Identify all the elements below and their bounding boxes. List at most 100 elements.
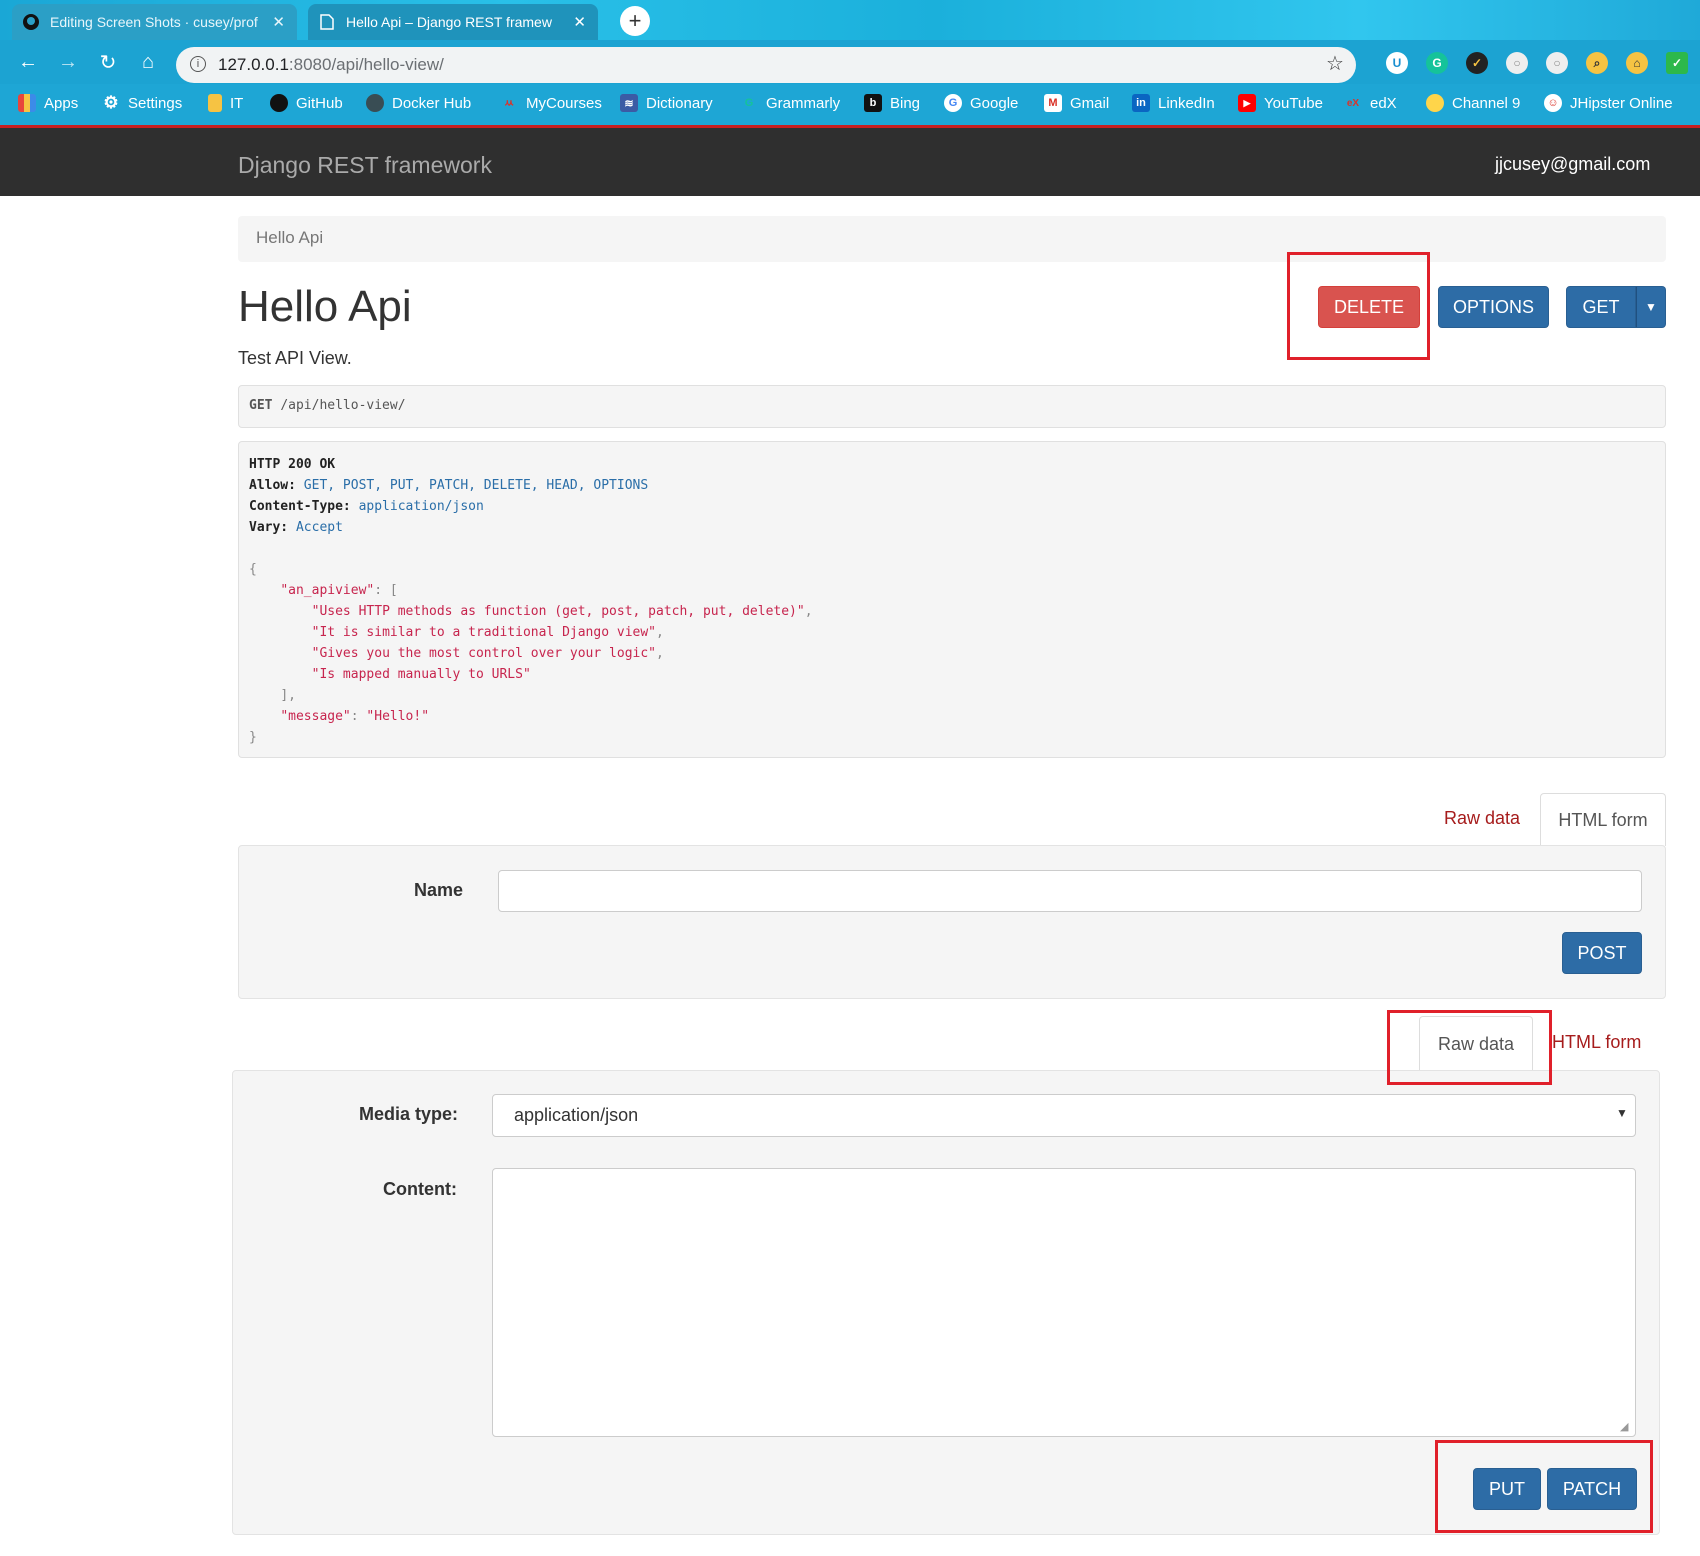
- user-menu[interactable]: jjcusey@gmail.com: [1495, 154, 1650, 175]
- response-body: HTTP 200 OK Allow: GET, POST, PUT, PATCH…: [249, 457, 813, 745]
- json-string: "Is mapped manually to URLS": [311, 667, 531, 682]
- html-form-panel: [238, 845, 1666, 999]
- close-icon[interactable]: ✕: [573, 13, 586, 31]
- bookmark-edx[interactable]: eX edX: [1344, 94, 1397, 112]
- get-button[interactable]: GET: [1566, 286, 1636, 328]
- extension-circle-icon[interactable]: ○: [1546, 52, 1568, 74]
- youtube-icon: ▶: [1238, 94, 1256, 112]
- bookmark-label: Gmail: [1070, 94, 1110, 112]
- bookmark-mycourses[interactable]: ㅆ MyCourses: [500, 94, 602, 112]
- bookmark-grammarly[interactable]: G Grammarly: [740, 94, 840, 112]
- bookmark-docker-hub[interactable]: Docker Hub: [366, 94, 471, 112]
- bookmark-dictionary[interactable]: ≋ Dictionary: [620, 94, 713, 112]
- page-icon: [318, 13, 336, 31]
- close-icon[interactable]: ✕: [272, 13, 285, 31]
- bookmark-github[interactable]: GitHub: [270, 94, 343, 112]
- new-tab-button[interactable]: +: [620, 6, 650, 36]
- github-icon: [270, 94, 288, 112]
- bookmark-youtube[interactable]: ▶ YouTube: [1238, 94, 1323, 112]
- extension-home-icon[interactable]: ⌂: [1626, 52, 1648, 74]
- content-textarea[interactable]: [492, 1168, 1636, 1437]
- bookmark-label: JHipster Online: [1570, 94, 1673, 112]
- request-line: GET /api/hello-view/: [249, 398, 406, 413]
- media-type-value: application/json: [514, 1105, 639, 1125]
- breadcrumb-item: Hello Api: [256, 228, 324, 247]
- bookmark-it[interactable]: IT: [208, 94, 243, 112]
- brand-link[interactable]: Django REST framework: [238, 152, 492, 179]
- bookmark-label: GitHub: [296, 94, 343, 112]
- request-info: [238, 385, 1666, 428]
- extension-check-icon[interactable]: ✓: [1466, 52, 1488, 74]
- bookmark-label: Bing: [890, 94, 921, 112]
- json-string: "Gives you the most control over your lo…: [311, 646, 656, 661]
- back-icon[interactable]: ←: [14, 48, 42, 76]
- caret-down-icon: ▼: [1616, 1106, 1628, 1120]
- grammarly-icon[interactable]: G: [1426, 52, 1448, 74]
- bookmark-label: YouTube: [1264, 94, 1323, 112]
- bookmark-jhipster[interactable]: ☺ JHipster Online: [1544, 94, 1673, 112]
- browser-tab-active[interactable]: Hello Api – Django REST framew ✕: [308, 4, 598, 40]
- apps-icon: [18, 94, 36, 112]
- json-key: "message": [280, 709, 351, 724]
- json-string: "Hello!": [366, 709, 430, 724]
- bookmark-label: Channel 9: [1452, 94, 1521, 112]
- extension-green-icon[interactable]: ✓: [1666, 52, 1688, 74]
- highlight-box: [1435, 1440, 1653, 1533]
- folder-icon: [208, 94, 222, 112]
- bookmark-linkedin[interactable]: in LinkedIn: [1132, 94, 1215, 112]
- header-value: Accept: [295, 520, 343, 535]
- caret-down-icon: ▼: [1645, 300, 1657, 314]
- info-icon[interactable]: i: [190, 56, 206, 72]
- bookmark-label: LinkedIn: [1158, 94, 1215, 112]
- media-type-select[interactable]: [492, 1094, 1636, 1137]
- breadcrumb: [238, 216, 1666, 262]
- forward-icon[interactable]: →: [54, 48, 82, 76]
- tab-title: Hello Api – Django REST framew: [346, 14, 552, 30]
- bookmark-label: MyCourses: [526, 94, 602, 112]
- extension-search-icon[interactable]: ⌕: [1586, 52, 1608, 74]
- resize-handle-icon[interactable]: ◢: [1620, 1420, 1628, 1433]
- bookmark-label: Docker Hub: [392, 94, 472, 112]
- bookmark-apps[interactable]: Apps: [18, 94, 78, 112]
- gmail-icon: M: [1044, 94, 1062, 112]
- json-string: "Uses HTTP methods as function (get, pos…: [311, 604, 805, 619]
- page-description: Test API View.: [238, 348, 352, 368]
- response-status: HTTP 200 OK: [249, 457, 336, 472]
- header-name: Content-Type:: [249, 499, 351, 514]
- bookmark-label: Google: [970, 94, 1019, 112]
- edx-icon: eX: [1346, 97, 1360, 109]
- mycourses-icon: ㅆ: [503, 98, 515, 110]
- post-button[interactable]: POST: [1562, 932, 1642, 974]
- name-label: Name: [414, 880, 464, 900]
- bookmark-star-icon[interactable]: ☆: [1326, 51, 1344, 76]
- highlight-box: [1287, 252, 1430, 360]
- bookmark-gmail[interactable]: M Gmail: [1044, 94, 1109, 112]
- get-format-dropdown[interactable]: ▼: [1636, 286, 1666, 328]
- jhipster-icon: ☺: [1544, 94, 1562, 112]
- header-name: Allow:: [249, 478, 296, 493]
- options-button[interactable]: OPTIONS: [1438, 286, 1549, 328]
- tab-html-form[interactable]: HTML form: [1540, 793, 1666, 846]
- request-path: /api/hello-view/: [280, 398, 406, 413]
- bookmark-label: IT: [230, 94, 244, 112]
- bookmark-bing[interactable]: b Bing: [864, 94, 920, 112]
- tab-html-form[interactable]: HTML form: [1552, 1032, 1641, 1053]
- browser-tab[interactable]: Editing Screen Shots · cusey/prof ✕: [12, 4, 297, 40]
- name-input[interactable]: [498, 870, 1642, 912]
- gear-icon: ⚙: [103, 93, 119, 112]
- url-text: 127.0.0.1:8080/api/hello-view/: [218, 55, 444, 75]
- extension-circle-icon[interactable]: ○: [1506, 52, 1528, 74]
- bookmark-label: edX: [1370, 94, 1397, 112]
- reload-icon[interactable]: ↻: [94, 48, 122, 76]
- home-icon[interactable]: ⌂: [134, 48, 162, 76]
- url-path: :8080/api/hello-view/: [288, 55, 444, 74]
- bookmark-channel9[interactable]: Channel 9: [1426, 94, 1520, 112]
- github-icon: [22, 13, 40, 31]
- tab-raw-data[interactable]: Raw data: [1444, 808, 1520, 829]
- header-value: application/json: [358, 499, 484, 514]
- request-method: GET: [249, 398, 273, 413]
- bookmark-settings[interactable]: ⚙ Settings: [102, 93, 182, 112]
- bookmark-google[interactable]: G Google: [944, 94, 1018, 112]
- extension-u-icon[interactable]: U: [1386, 52, 1408, 74]
- json-key: "an_apiview": [280, 583, 375, 598]
